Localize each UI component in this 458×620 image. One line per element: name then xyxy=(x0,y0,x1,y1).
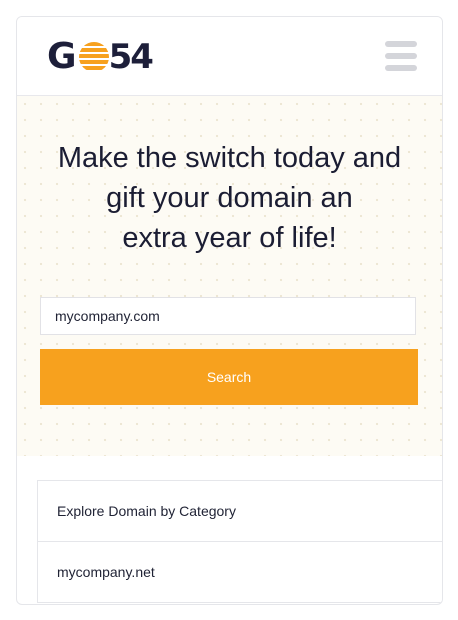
search-button[interactable]: Search xyxy=(40,349,418,405)
go54-logo[interactable]: G 54 xyxy=(47,36,159,77)
hamburger-menu-icon xyxy=(385,41,417,47)
menu-line xyxy=(385,53,417,59)
headline-line-3: extra year of life! xyxy=(122,222,337,254)
domain-search-input[interactable] xyxy=(40,297,416,335)
headline-line-2: gift your domain an xyxy=(106,182,353,214)
sun-logo-icon xyxy=(78,42,109,70)
logo-letter-g: G xyxy=(47,36,77,77)
hamburger-menu-button[interactable] xyxy=(385,39,419,73)
headline-line-1: Make the switch today and xyxy=(57,142,402,174)
hero-headline: Make the switch today and gift your doma… xyxy=(17,138,442,258)
list-item-label: Explore Domain by Category xyxy=(57,503,236,519)
list-item-explore-category[interactable]: Explore Domain by Category xyxy=(38,481,442,542)
list-item-domain-suggestion[interactable]: mycompany.net xyxy=(38,542,442,602)
list-item-label: mycompany.net xyxy=(57,564,155,580)
domain-options-list: Explore Domain by Category mycompany.net xyxy=(37,480,442,603)
hero-section: Make the switch today and gift your doma… xyxy=(17,96,442,456)
page-frame: G 54 Make the switch today and gift your… xyxy=(16,16,443,605)
menu-line xyxy=(385,65,417,71)
logo-number: 54 xyxy=(108,37,154,77)
site-header: G 54 xyxy=(17,17,442,96)
